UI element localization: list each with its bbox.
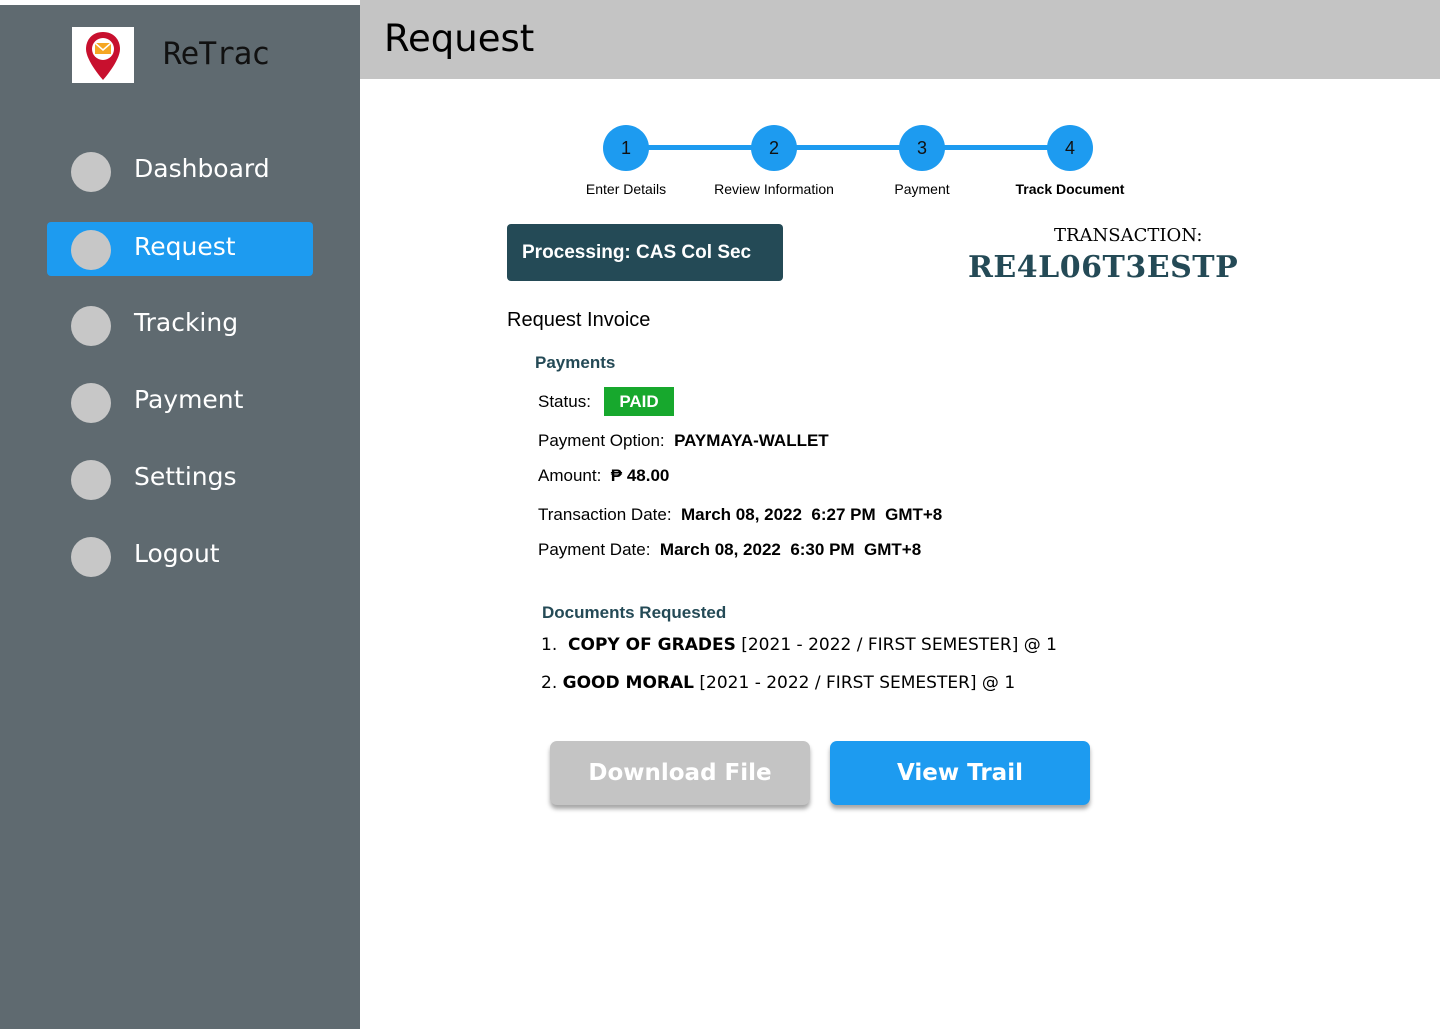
sidebar-item-tracking[interactable]: Tracking — [47, 298, 313, 352]
transaction-date-label: Transaction Date: — [538, 505, 672, 524]
transaction-date-value: March 08, 2022 6:27 PM GMT+8 — [681, 505, 943, 524]
documents-section-title: Documents Requested — [542, 603, 727, 622]
document-index: 1. — [541, 635, 558, 655]
step-3-label: Payment — [894, 181, 950, 197]
dashboard-icon — [71, 152, 111, 192]
download-file-button[interactable]: Download File — [550, 741, 810, 805]
payment-date-value: March 08, 2022 6:30 PM GMT+8 — [659, 540, 922, 559]
document-detail: [2021 - 2022 / FIRST SEMESTER] @ 1 — [741, 635, 1057, 655]
sidebar: ReTrac Dashboard Request Tracking Paymen… — [0, 5, 360, 1029]
transaction-date-row: Transaction Date: March 08, 2022 6:27 PM… — [538, 505, 942, 525]
transaction-label: TRANSACTION: — [1054, 225, 1203, 246]
step-2-label: Review Information — [714, 181, 834, 197]
document-name: GOOD MORAL — [562, 673, 694, 693]
sidebar-item-settings[interactable]: Settings — [47, 452, 313, 506]
request-icon — [71, 230, 111, 270]
sidebar-item-label: Tracking — [134, 308, 239, 337]
app-logo — [72, 27, 134, 83]
list-item: 2. GOOD MORAL [2021 - 2022 / FIRST SEMES… — [541, 673, 1015, 693]
sidebar-item-label: Payment — [134, 385, 244, 414]
view-trail-button[interactable]: View Trail — [830, 741, 1090, 805]
step-1-circle: 1 — [603, 125, 649, 171]
status-badge: PAID — [604, 387, 674, 416]
payment-option-row: Payment Option: PAYMAYA-WALLET — [538, 431, 829, 451]
sidebar-item-label: Dashboard — [134, 154, 270, 183]
amount-row: Amount: ₱ 48.00 — [538, 466, 669, 486]
payment-date-row: Payment Date: March 08, 2022 6:30 PM GMT… — [538, 540, 921, 560]
payments-section-title: Payments — [535, 353, 616, 372]
document-index: 2. — [541, 673, 558, 693]
document-detail: [2021 - 2022 / FIRST SEMESTER] @ 1 — [699, 673, 1016, 693]
amount-value: ₱ 48.00 — [610, 466, 670, 485]
sidebar-item-dashboard[interactable]: Dashboard — [47, 144, 313, 198]
document-name: COPY OF GRADES — [568, 635, 736, 655]
page-title: Request — [384, 17, 535, 60]
step-2-circle: 2 — [751, 125, 797, 171]
sidebar-item-payment[interactable]: Payment — [47, 375, 313, 429]
tracking-icon — [71, 306, 111, 346]
status-label: Status: — [538, 392, 591, 411]
step-4-label: Track Document — [1015, 181, 1125, 197]
settings-icon — [71, 460, 111, 500]
payment-date-label: Payment Date: — [538, 540, 651, 559]
stepper-line — [648, 145, 1070, 150]
amount-label: Amount: — [538, 466, 602, 485]
payment-option-value: PAYMAYA-WALLET — [674, 431, 829, 450]
list-item: 1. COPY OF GRADES [2021 - 2022 / FIRST S… — [541, 635, 1057, 655]
transaction-id: RE4L06T3ESTP — [968, 250, 1239, 285]
sidebar-item-label: Logout — [134, 539, 220, 568]
logout-icon — [71, 537, 111, 577]
sidebar-item-logout[interactable]: Logout — [47, 529, 313, 583]
sidebar-item-request[interactable]: Request — [47, 222, 313, 276]
step-4-circle: 4 — [1047, 125, 1093, 171]
status-row: Status: — [538, 392, 591, 412]
step-3-circle: 3 — [899, 125, 945, 171]
page-header: Request — [360, 0, 1440, 79]
step-1-label: Enter Details — [585, 181, 667, 197]
processing-badge: Processing: CAS Col Sec — [507, 224, 783, 281]
location-pin-mail-icon — [86, 32, 120, 80]
invoice-title: Request Invoice — [507, 309, 651, 331]
sidebar-item-label: Settings — [134, 462, 237, 491]
payment-icon — [71, 383, 111, 423]
payment-option-label: Payment Option: — [538, 431, 665, 450]
sidebar-item-label: Request — [134, 232, 236, 261]
app-name: ReTrac — [163, 36, 270, 72]
